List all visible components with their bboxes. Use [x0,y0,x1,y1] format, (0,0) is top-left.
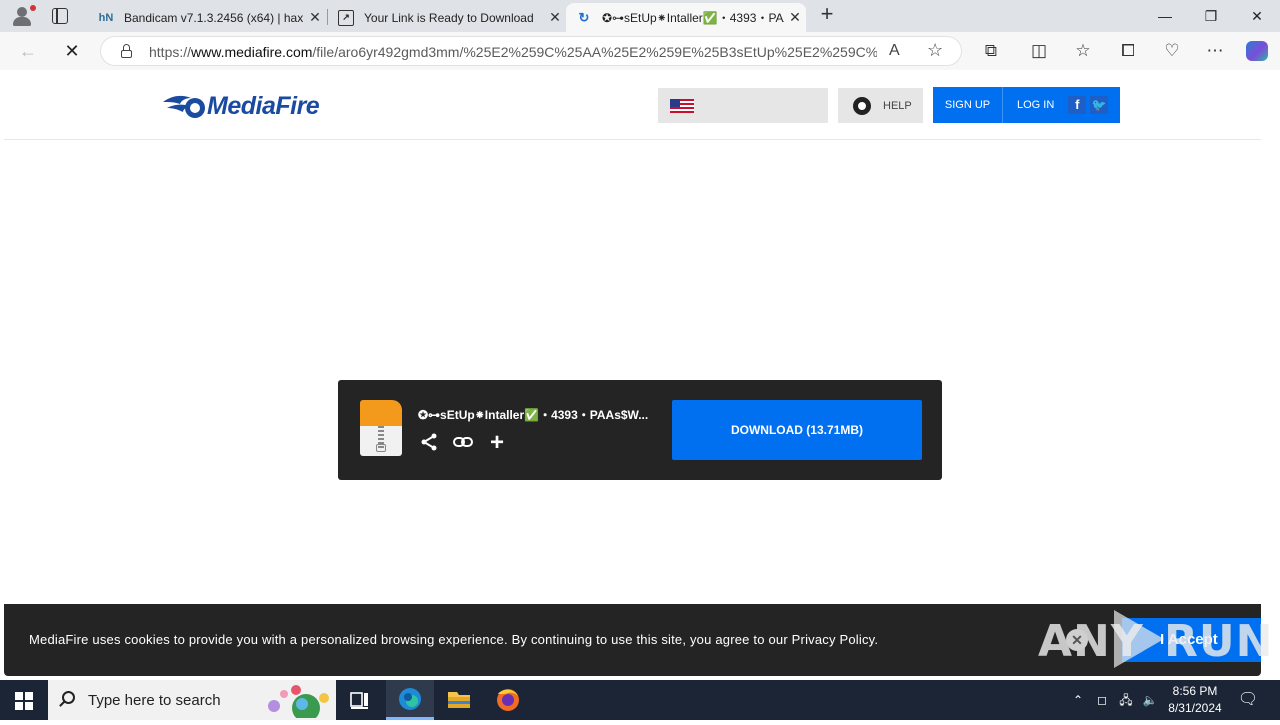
logo-text: MediaFire [207,91,320,120]
tab-bandicam[interactable]: hN Bandicam v7.1.3.2456 (x64) | hax ✕ [88,3,326,32]
new-tab-button[interactable]: + [816,3,838,26]
file-explorer-icon[interactable] [435,680,483,720]
url-path: /file/aro6yr492gmd3mm/%25E2%259C%25AA%25… [312,44,877,60]
facebook-icon[interactable]: f [1068,96,1087,114]
site-header: MediaFire HELP SIGN UP LOG IN f 🐦 [4,70,1261,140]
favorite-star-icon[interactable]: ☆ [927,40,943,61]
download-button[interactable]: DOWNLOAD (13.71MB) [672,400,922,460]
language-selector[interactable] [658,88,828,123]
play-triangle-icon [1114,610,1164,668]
extensions-icon[interactable]: ⧉ [979,39,1003,63]
volume-icon[interactable]: 🔈 [1140,680,1160,720]
watermark-run: RUN [1164,616,1274,667]
hn-favicon-icon: hN [98,11,114,24]
firefox-icon[interactable] [484,680,532,720]
copy-link-icon[interactable] [452,432,474,454]
tab-title: ✪⊶sEtUp⁕Intaller✅・4393・PAAs [602,11,784,25]
browser-tab-strip: hN Bandicam v7.1.3.2456 (x64) | hax ✕ ↗ … [0,0,1280,32]
edge-browser-icon[interactable] [386,680,434,720]
close-window-button[interactable]: ✕ [1234,0,1280,32]
cookie-banner: MediaFire uses cookies to provide you wi… [4,604,1272,676]
collections-icon[interactable]: ⧠ [1116,39,1140,63]
stop-loading-icon[interactable]: ✕ [60,39,84,63]
windows-taskbar: Type here to search ⌃ ◻ 🖧 🔈 8:56 PM 8/31… [0,680,1280,720]
url-domain: www.mediafire.com [191,44,313,60]
address-bar[interactable]: https://www.mediafire.com/file/aro6yr492… [100,36,962,66]
close-tab-icon[interactable]: ✕ [304,9,326,26]
page-favicon-icon: ↗ [338,9,354,26]
twitter-icon[interactable]: 🐦 [1090,96,1109,114]
minimize-button[interactable]: — [1142,0,1188,32]
task-view-icon[interactable] [336,680,384,720]
help-button[interactable]: HELP [838,88,923,123]
search-highlight-icon [268,685,329,718]
tab-your-link[interactable]: ↗ Your Link is Ready to Download ✕ [328,3,566,32]
network-icon[interactable]: 🖧 [1116,680,1136,720]
zip-file-icon [360,400,402,456]
lifebuoy-icon [853,96,871,115]
system-clock[interactable]: 8:56 PM 8/31/2024 [1160,683,1230,717]
download-card: ✪⊶sEtUp⁕Intaller✅・4393・PAAs$W... + DOWNL… [338,380,942,480]
browser-toolbar: ← ✕ https://www.mediafire.com/file/aro6y… [0,32,1280,70]
lock-icon[interactable] [121,44,132,58]
clock-time: 8:56 PM [1172,684,1218,698]
restore-button[interactable]: ❐ [1188,0,1234,32]
auth-bar: SIGN UP LOG IN f 🐦 [933,87,1120,123]
tab-mediafire-active[interactable]: ↻ ✪⊶sEtUp⁕Intaller✅・4393・PAAs ✕ [566,3,806,32]
url-text[interactable]: https://www.mediafire.com/file/aro6yr492… [149,44,877,60]
close-banner-icon[interactable]: ✕ [1066,629,1088,651]
back-arrow-icon[interactable]: ← [16,39,40,63]
add-plus-icon[interactable]: + [486,431,508,455]
settings-more-icon[interactable]: ⋯ [1203,39,1227,63]
log-in-button[interactable]: LOG IN [1017,99,1054,111]
tab-title: Bandicam v7.1.3.2456 (x64) | hax [124,10,304,25]
favorites-icon[interactable]: ☆ [1071,39,1095,63]
taskbar-search-input[interactable]: Type here to search [48,680,336,720]
device-icon[interactable]: ◻ [1092,680,1112,720]
read-aloud-icon[interactable]: A [889,42,900,60]
profile-avatar-icon[interactable] [8,4,36,28]
notifications-icon[interactable]: 🗨 [1236,680,1260,720]
cookie-message: MediaFire uses cookies to provide you wi… [29,632,879,647]
tab-title: Your Link is Ready to Download [364,10,534,25]
tab-actions-icon[interactable] [52,8,68,24]
mediafire-flame-icon [163,95,205,118]
clock-date: 8/31/2024 [1168,701,1222,715]
search-placeholder: Type here to search [88,692,221,709]
show-hidden-icons-chevron-icon[interactable]: ⌃ [1068,680,1088,720]
browser-essentials-icon[interactable]: ♡ [1160,39,1184,63]
help-label: HELP [883,99,912,112]
share-icon[interactable] [418,432,440,454]
page-scrollbar[interactable] [1261,70,1280,674]
sign-up-button[interactable]: SIGN UP [933,87,1003,123]
mediafire-logo[interactable]: MediaFire [161,91,320,121]
web-page: MediaFire HELP SIGN UP LOG IN f 🐦 ✪⊶sEtU… [4,70,1261,674]
close-tab-icon[interactable]: ✕ [784,9,806,26]
copilot-icon[interactable] [1246,41,1268,61]
url-scheme: https:// [149,44,192,60]
loading-spinner-icon: ↻ [578,9,590,25]
search-icon [62,691,75,704]
windows-start-icon[interactable] [0,680,48,720]
file-name: ✪⊶sEtUp⁕Intaller✅・4393・PAAs$W... [418,408,649,422]
close-tab-icon[interactable]: ✕ [544,9,566,26]
split-screen-icon[interactable]: ◫ [1027,39,1051,63]
us-flag-icon [670,99,694,113]
